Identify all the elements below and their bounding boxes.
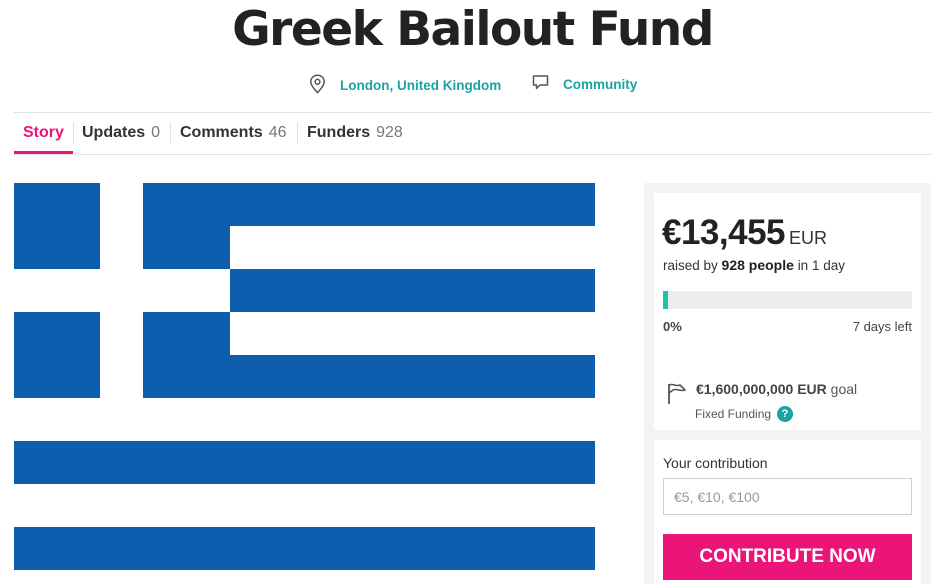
location-text[interactable]: London, United Kingdom (340, 78, 501, 93)
funding-progress-bar (663, 291, 912, 309)
tabs-divider-bottom (14, 154, 931, 155)
tab-comments[interactable]: Comments 46 (180, 124, 286, 142)
category-link[interactable]: Community (532, 74, 637, 94)
category-text[interactable]: Community (563, 77, 637, 92)
tab-separator (170, 122, 171, 144)
funding-progress-fill (663, 291, 668, 309)
tabs-divider-top (14, 112, 931, 113)
speech-bubble-icon (532, 74, 563, 94)
tab-funders-label: Funders (307, 124, 371, 141)
goal-suffix: goal (830, 381, 858, 397)
raised-amount-value: €13,455 (662, 213, 786, 252)
tab-separator (297, 122, 298, 144)
tab-story[interactable]: Story (23, 124, 64, 142)
page-title: Greek Bailout Fund (232, 2, 714, 57)
raised-amount-currency: EUR (789, 228, 828, 248)
raised-suffix: in 1 day (797, 258, 845, 273)
tab-comments-label: Comments (180, 124, 263, 141)
tab-comments-count: 46 (268, 124, 287, 141)
tab-updates-count: 0 (151, 124, 161, 141)
goal-text: €1,600,000,000 EUR goal (696, 381, 857, 397)
tab-separator (73, 122, 74, 144)
tab-story-label: Story (23, 124, 64, 141)
campaign-meta: London, United Kingdom Community (0, 74, 945, 96)
funding-type: Fixed Funding ? (695, 406, 794, 422)
raised-amount: €13,455 EUR (662, 213, 827, 253)
contribution-label: Your contribution (663, 455, 768, 471)
location-link[interactable]: London, United Kingdom (309, 74, 501, 97)
tab-updates-label: Updates (82, 124, 146, 141)
raised-summary: raised by 928 people in 1 day (663, 257, 845, 273)
raised-prefix: raised by (663, 258, 718, 273)
location-pin-icon (309, 74, 340, 97)
tab-updates[interactable]: Updates 0 (82, 124, 160, 142)
funding-percent: 0% (663, 319, 682, 334)
contribution-input[interactable] (663, 478, 912, 515)
campaign-image (14, 183, 595, 584)
tab-funders-count: 928 (376, 124, 403, 141)
help-icon[interactable]: ? (777, 406, 794, 422)
days-left: 7 days left (852, 319, 912, 334)
raised-people: 928 people (721, 257, 794, 273)
tab-funders[interactable]: Funders 928 (307, 124, 403, 142)
goal-amount: €1,600,000,000 EUR (696, 381, 827, 397)
contribute-now-button[interactable]: CONTRIBUTE NOW (663, 534, 912, 580)
flag-icon (666, 381, 688, 410)
funding-type-label: Fixed Funding (695, 407, 772, 421)
